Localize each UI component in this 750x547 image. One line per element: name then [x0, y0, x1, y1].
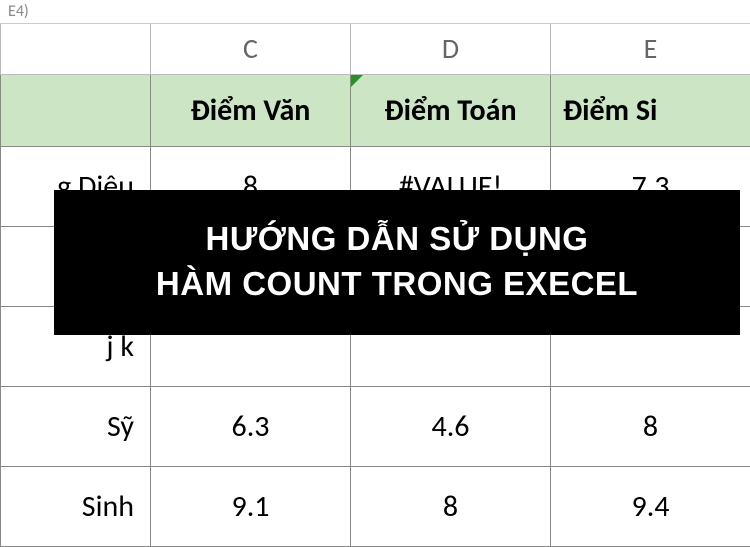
title-overlay: HƯỚNG DẪN SỬ DỤNG HÀM COUNT TRONG EXECEL [54, 190, 740, 335]
header-name[interactable] [1, 74, 151, 146]
header-toan-label: Điểm Toán [384, 92, 516, 129]
cell-name[interactable]: Sỹ [1, 386, 151, 466]
col-header-e[interactable]: E [551, 24, 750, 74]
cell-reference: E4) [8, 2, 29, 21]
cell-toan[interactable]: 4.6 [351, 386, 551, 466]
column-header-row: C D E [1, 24, 750, 74]
overlay-line2: HÀM COUNT TRONG EXECEL [74, 263, 720, 304]
cell-name[interactable]: Sinh [1, 466, 151, 546]
col-header-c[interactable]: C [151, 24, 351, 74]
cell-sinh[interactable]: 9.4 [551, 466, 750, 546]
overlay-line1: HƯỚNG DẪN SỬ DỤNG [74, 218, 720, 259]
table-row: Sỹ 6.3 4.6 8 [1, 386, 750, 466]
cell-toan[interactable]: 8 [351, 466, 551, 546]
header-toan[interactable]: Điểm Toán [351, 74, 551, 146]
cell-sinh[interactable]: 8 [551, 386, 750, 466]
stub-cell [1, 24, 151, 74]
header-van[interactable]: Điểm Văn [151, 74, 351, 146]
table-row: Sinh 9.1 8 9.4 [1, 466, 750, 546]
error-indicator-icon [351, 75, 363, 87]
reference-bar: E4) [0, 0, 750, 24]
header-sinh[interactable]: Điểm Si [551, 74, 750, 146]
cell-van[interactable]: 9.1 [151, 466, 351, 546]
table-header-row: Điểm Văn Điểm Toán Điểm Si [1, 74, 750, 146]
col-header-d[interactable]: D [351, 24, 551, 74]
cell-van[interactable]: 6.3 [151, 386, 351, 466]
